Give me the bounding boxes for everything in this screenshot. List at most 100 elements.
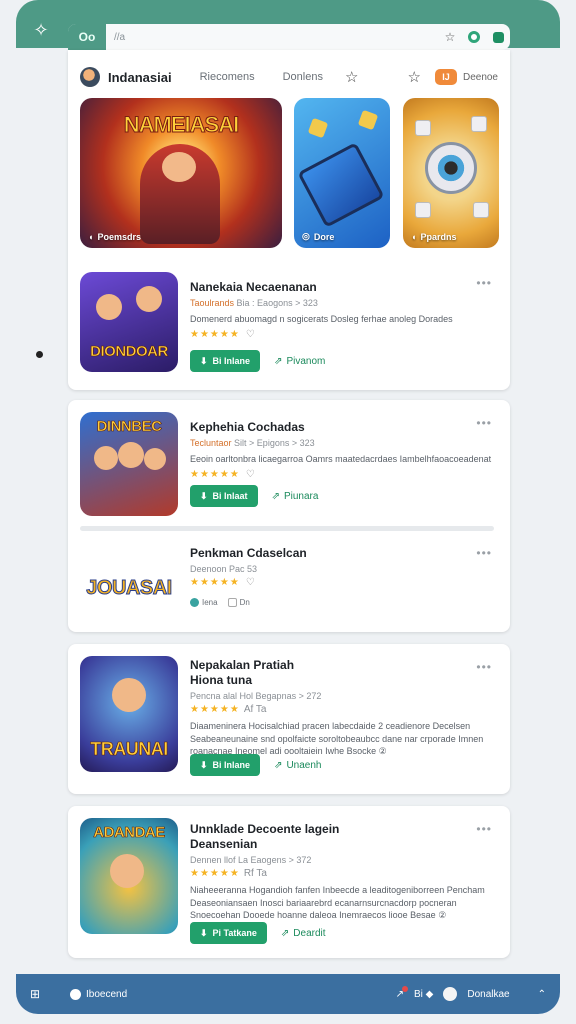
kebab-menu-icon[interactable]: ••• [476,660,492,674]
item-title[interactable]: Unnklade Decoente lagein [190,822,498,837]
nav-link-1[interactable]: Riecomens [200,71,255,83]
avatar[interactable] [80,67,100,87]
tag-2[interactable]: Dn [227,598,250,607]
download-icon: ⬇ [200,927,208,938]
item-info: Nepakalan Pratiah Hiona tuna Pencna alal… [190,658,498,758]
hero-caption-3: ◖ Ppardns [411,232,457,242]
secondary-link[interactable]: ⇗ Piunara [272,491,319,502]
chevron-up-icon[interactable]: ⌃ [538,989,546,1000]
item-tags: Iena Dn [190,598,498,607]
favorite-star-icon[interactable]: ☆ [345,68,358,86]
list-item[interactable]: DIONDOAR Nanekaia Necaenanan Taoulrands … [80,272,498,376]
rating-stars: ★★★★★ ♡ [190,328,255,340]
hero-title: NAMEIASAI [123,112,239,138]
item-info: Kephehia Cochadas Tecluntaor Silt > Epig… [190,420,498,480]
thumbnail-label: DIONDOAR [90,343,169,361]
more-menu[interactable]: Deenoe [463,72,498,83]
kebab-menu-icon[interactable]: ••• [476,822,492,836]
list-item[interactable]: JOUASAI Penkman Cdaselcan Deenoon Pac 53… [80,542,498,622]
tag-1[interactable]: Iena [190,598,218,607]
item-meta: Dennen llof La Eaogens > 372 [190,855,312,865]
kebab-menu-icon[interactable]: ••• [476,546,492,560]
game-thumbnail[interactable]: DINNBEC [80,412,178,516]
game-thumbnail[interactable]: DIONDOAR [80,272,178,372]
item-meta: Deenoon Pac 53 [190,564,258,574]
kebab-menu-icon[interactable]: ••• [476,416,492,430]
tile-art [473,202,489,218]
home-icon [70,988,81,1000]
hero-caption-1: ◖ Poemsdrs [88,232,141,242]
extension-square-icon[interactable] [486,27,510,47]
play-icon: ◖ [411,232,417,242]
list-item[interactable]: DINNBEC Kephehia Cochadas Tecluntaor Sil… [80,412,498,518]
install-button[interactable]: ⬇ Bi Inlane [190,350,261,372]
item-desc: Eeoin oarltonbra licaegarroa Oamrs maate… [190,454,492,464]
top-nav: Indanasiai Riecomens Donlens ☆ ☆ IJ Deen… [80,66,498,88]
character-art [96,294,122,320]
tile-art [471,116,487,132]
home-button[interactable]: Iboecend [70,988,127,1000]
character-art [94,446,118,470]
secondary-link[interactable]: ⇗ Unaenh [274,760,321,771]
hero-banner-third[interactable]: ◖ Ppardns [403,98,499,248]
cube-art [357,109,379,131]
item-actions: ⬇ Bi Inlane ⇗ Pivanom [190,350,325,372]
install-button[interactable]: ⬇ Bi Inlaat [190,485,258,507]
tray-label[interactable]: Bi ◆ [414,989,433,1000]
square-icon [227,598,237,607]
kebab-menu-icon[interactable]: ••• [476,276,492,290]
notification-icon[interactable]: ↗ [396,985,408,1000]
rating-stars: ★★★★★ ♡ [190,577,255,588]
rating-stars: ★★★★★ Rf Ta [190,868,267,879]
list-item[interactable]: TRAUNAI Nepakalan Pratiah Hiona tuna Pen… [80,656,498,782]
thumbnail-label: JOUASAI [86,577,173,600]
item-title[interactable]: Kephehia Cochadas [190,420,498,435]
share-icon: ⇗ [280,927,290,939]
nav-link-2[interactable]: Donlens [283,71,323,83]
bookmark-star-icon[interactable]: ☆ [438,27,462,47]
play-icon: ◖ [88,232,94,242]
tray-user-label[interactable]: Donalkae [467,989,509,1000]
install-button[interactable]: ⬇ Pi Tatkane [190,922,267,944]
hero-banner-main[interactable]: NAMEIASAI ◖ Poemsdrs [80,98,282,248]
share-icon: ⇗ [271,490,280,502]
address-bar[interactable]: Oo //a ☆ [68,24,510,50]
item-title[interactable]: Penkman Cdaselcan [190,546,498,561]
download-icon: ⬇ [200,759,208,770]
thumbnail-label: ADANDAE [93,824,166,842]
item-title[interactable]: Nepakalan Pratiah [190,658,498,673]
item-subtitle: Deansenian [190,837,258,851]
install-button[interactable]: ⬇ Bi Inlane [190,754,261,776]
hero-banner-second[interactable]: ◎ Dore [294,98,390,248]
thumbnail-label: DINNBEC [96,418,162,436]
item-info: Nanekaia Necaenanan Taoulrands Bia : Eao… [190,280,498,340]
list-item[interactable]: ADANDAE Unnklade Decoente lagein Deansen… [80,818,498,946]
apps-grid-icon[interactable]: ⊞ [30,987,50,1001]
character-art [118,442,144,468]
game-thumbnail[interactable]: JOUASAI [80,542,178,614]
download-icon: ⬇ [200,355,208,366]
thumbnail-label: TRAUNAI [90,739,169,760]
game-card: TRAUNAI Nepakalan Pratiah Hiona tuna Pen… [68,644,510,794]
game-thumbnail[interactable]: TRAUNAI [80,656,178,772]
tile-art [415,120,431,136]
extension-circle-icon[interactable] [462,27,486,47]
heart-icon: ♡ [245,468,255,480]
star-icon[interactable]: ☆ [408,68,421,86]
secondary-link[interactable]: ⇗ Deardit [281,928,326,939]
browser-tab[interactable]: Oo [68,24,106,50]
download-icon: ⬇ [200,490,208,501]
item-desc: Domenerd abuomagd n sogicerats Dosleg fe… [190,314,453,324]
user-badge[interactable]: IJ [434,69,457,85]
secondary-link[interactable]: ⇗ Pivanom [274,356,325,367]
profile-avatar[interactable] [443,987,458,1001]
app-star-icon[interactable]: ✧ [31,20,51,40]
side-indicator-dot [36,351,43,358]
taskbar-tray: ↗ Bi ◆ Donalkae ⌃ [396,985,546,1001]
address-text[interactable]: //a [114,32,438,43]
item-desc: Niaheeeranna Hogandioh fanfen Inbeecde a… [190,885,485,920]
item-meta: Taoulrands Bia : Eaogons > 323 [190,298,318,308]
rating-stars: ★★★★★ Af Ta [190,704,267,715]
item-title[interactable]: Nanekaia Necaenanan [190,280,498,295]
game-thumbnail[interactable]: ADANDAE [80,818,178,934]
